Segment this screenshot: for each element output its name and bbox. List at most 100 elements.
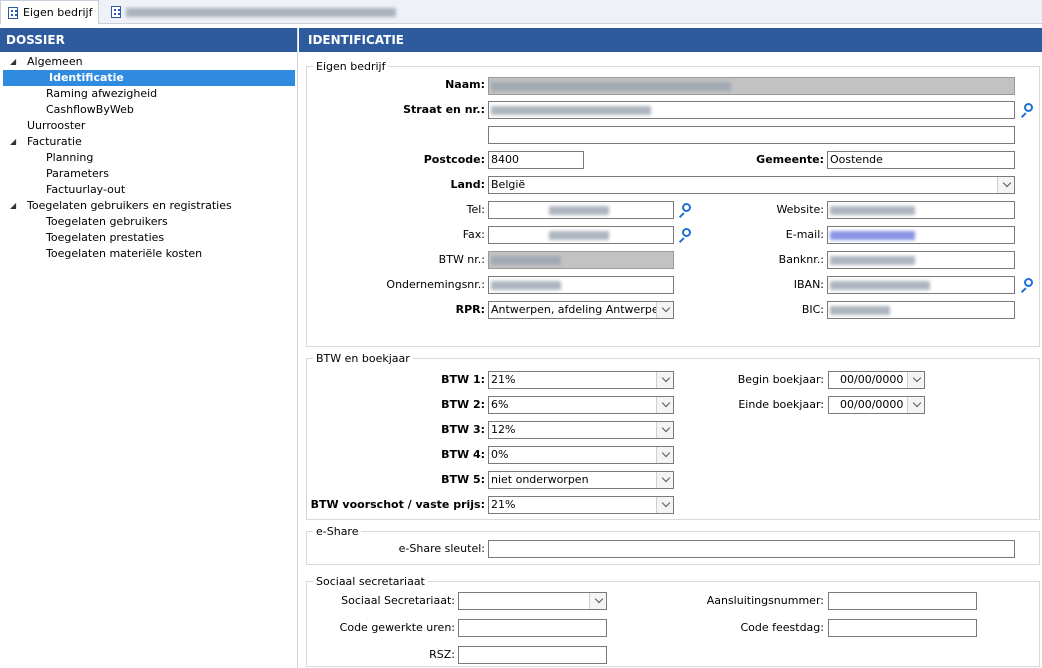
rsz-label: RSZ: — [429, 648, 455, 661]
tree-item-algemeen[interactable]: ◢ Algemeen — [0, 54, 297, 70]
iban-field[interactable] — [827, 276, 1015, 294]
search-icon[interactable] — [677, 227, 693, 243]
land-label: Land: — [450, 178, 485, 191]
chevron-down-icon — [1002, 178, 1012, 188]
rpr-select[interactable]: Antwerpen, afdeling Antwerpen — [488, 301, 674, 319]
btw4-label: BTW 4: — [441, 448, 485, 461]
sociaal-secretariaat-label: Sociaal Secretariaat: — [341, 594, 455, 607]
chevron-down-icon — [661, 448, 671, 458]
bic-field[interactable] — [827, 301, 1015, 319]
btw5-select[interactable]: niet onderworpen — [488, 471, 674, 489]
gemeente-label: Gemeente: — [756, 153, 824, 166]
tree-item-facturatie[interactable]: ◢ Facturatie — [0, 134, 297, 150]
rpr-label: RPR: — [455, 303, 485, 316]
code-feestdag-label: Code feestdag: — [740, 621, 824, 634]
fax-field[interactable] — [488, 226, 674, 244]
tab-eigen-bedrijf[interactable]: Eigen bedrijf — [0, 0, 100, 25]
bic-label: BIC: — [801, 303, 824, 316]
email-field[interactable] — [827, 226, 1015, 244]
code-gewerkte-uren-field[interactable] — [458, 619, 607, 637]
einde-boekjaar-picker[interactable]: 00/00/0000 — [828, 396, 925, 414]
straat-field[interactable] — [488, 101, 1015, 119]
chevron-down-icon — [661, 473, 671, 483]
tree-item-toegelaten-prestaties[interactable]: Toegelaten prestaties — [0, 230, 297, 246]
voorschot-label: BTW voorschot / vaste prijs: — [310, 498, 485, 511]
einde-boekjaar-label: Einde boekjaar: — [738, 398, 824, 411]
fax-label: Fax: — [462, 228, 485, 241]
tree-item-planning[interactable]: Planning — [0, 150, 297, 166]
document-tab-bar: Eigen bedrijf — [0, 0, 1042, 25]
btw2-label: BTW 2: — [441, 398, 485, 411]
expand-arrow-icon[interactable]: ◢ — [10, 134, 16, 150]
tree-item-identificatie[interactable]: Identificatie — [3, 70, 295, 86]
ondernemingsnr-label: Ondernemingsnr.: — [386, 278, 485, 291]
building-icon — [110, 6, 122, 18]
website-label: Website: — [776, 203, 824, 216]
tree-item-toegelaten[interactable]: ◢ Toegelaten gebruikers en registraties — [0, 198, 297, 214]
tab-company[interactable] — [104, 0, 402, 24]
identificatie-header: IDENTIFICATIE — [299, 28, 1042, 52]
straat-field-2[interactable] — [488, 126, 1015, 144]
sociaal-legend: Sociaal secretariaat — [316, 575, 425, 588]
search-icon[interactable] — [677, 202, 693, 218]
tree-item-uurrooster[interactable]: Uurrooster — [0, 118, 297, 134]
ondernemingsnr-field[interactable] — [488, 276, 674, 294]
eigen-bedrijf-legend: Eigen bedrijf — [316, 60, 386, 73]
aansluitingsnummer-field[interactable] — [828, 592, 977, 610]
tree-item-cashflowbyweb[interactable]: CashflowByWeb — [0, 102, 297, 118]
btw4-select[interactable]: 0% — [488, 446, 674, 464]
begin-boekjaar-label: Begin boekjaar: — [737, 373, 824, 386]
expand-arrow-icon[interactable]: ◢ — [10, 198, 16, 214]
btwnr-label: BTW nr.: — [438, 253, 485, 266]
tab-label-redacted — [126, 7, 396, 17]
land-select[interactable]: België — [488, 176, 1015, 194]
iban-label: IBAN: — [793, 278, 824, 291]
tree-item-parameters[interactable]: Parameters — [0, 166, 297, 182]
begin-boekjaar-picker[interactable]: 00/00/0000 — [828, 371, 925, 389]
expand-arrow-icon[interactable]: ◢ — [10, 54, 16, 70]
btw3-label: BTW 3: — [441, 423, 485, 436]
straat-label: Straat en nr.: — [403, 103, 485, 116]
identificatie-panel: IDENTIFICATIE Eigen bedrijf Naam: Straat… — [299, 28, 1042, 668]
search-icon[interactable] — [1019, 102, 1035, 118]
dossier-panel: DOSSIER ◢ Algemeen Identificatie Raming a… — [0, 28, 298, 668]
search-icon[interactable] — [1019, 277, 1035, 293]
tel-label: Tel: — [466, 203, 485, 216]
btw5-label: BTW 5: — [441, 473, 485, 486]
chevron-down-icon — [594, 594, 604, 604]
tab-label: Eigen bedrijf — [23, 6, 93, 19]
naam-field[interactable] — [488, 77, 1015, 95]
rsz-field[interactable] — [458, 646, 607, 664]
building-icon — [7, 6, 19, 19]
btw2-select[interactable]: 6% — [488, 396, 674, 414]
chevron-down-icon — [661, 373, 671, 383]
voorschot-select[interactable]: 21% — [488, 496, 674, 514]
postcode-field[interactable]: 8400 — [488, 151, 584, 169]
chevron-down-icon — [661, 423, 671, 433]
tel-field[interactable] — [488, 201, 674, 219]
sociaal-secretariaat-select[interactable] — [458, 592, 607, 610]
btw3-select[interactable]: 12% — [488, 421, 674, 439]
website-field[interactable] — [827, 201, 1015, 219]
chevron-down-icon — [661, 498, 671, 508]
tree-item-toegelaten-materiele-kosten[interactable]: Toegelaten materiële kosten — [0, 246, 297, 262]
code-gewerkte-uren-label: Code gewerkte uren: — [339, 621, 455, 634]
dossier-header: DOSSIER — [0, 28, 297, 52]
gemeente-field[interactable]: Oostende — [827, 151, 1015, 169]
chevron-down-icon — [912, 398, 922, 408]
dossier-tree: ◢ Algemeen Identificatie Raming afwezighe… — [0, 52, 297, 262]
code-feestdag-field[interactable] — [828, 619, 977, 637]
tree-item-toegelaten-gebruikers[interactable]: Toegelaten gebruikers — [0, 214, 297, 230]
chevron-down-icon — [661, 398, 671, 408]
btw1-select[interactable]: 21% — [488, 371, 674, 389]
tree-item-factuurlay-out[interactable]: Factuurlay-out — [0, 182, 297, 198]
banknr-label: Banknr.: — [778, 253, 824, 266]
btw1-label: BTW 1: — [441, 373, 485, 386]
btwnr-field[interactable] — [488, 251, 674, 269]
eshare-sleutel-label: e-Share sleutel: — [398, 542, 485, 555]
eshare-sleutel-field[interactable] — [488, 540, 1015, 558]
email-label: E-mail: — [785, 228, 824, 241]
tree-item-raming-afwezigheid[interactable]: Raming afwezigheid — [0, 86, 297, 102]
postcode-label: Postcode: — [423, 153, 485, 166]
banknr-field[interactable] — [827, 251, 1015, 269]
